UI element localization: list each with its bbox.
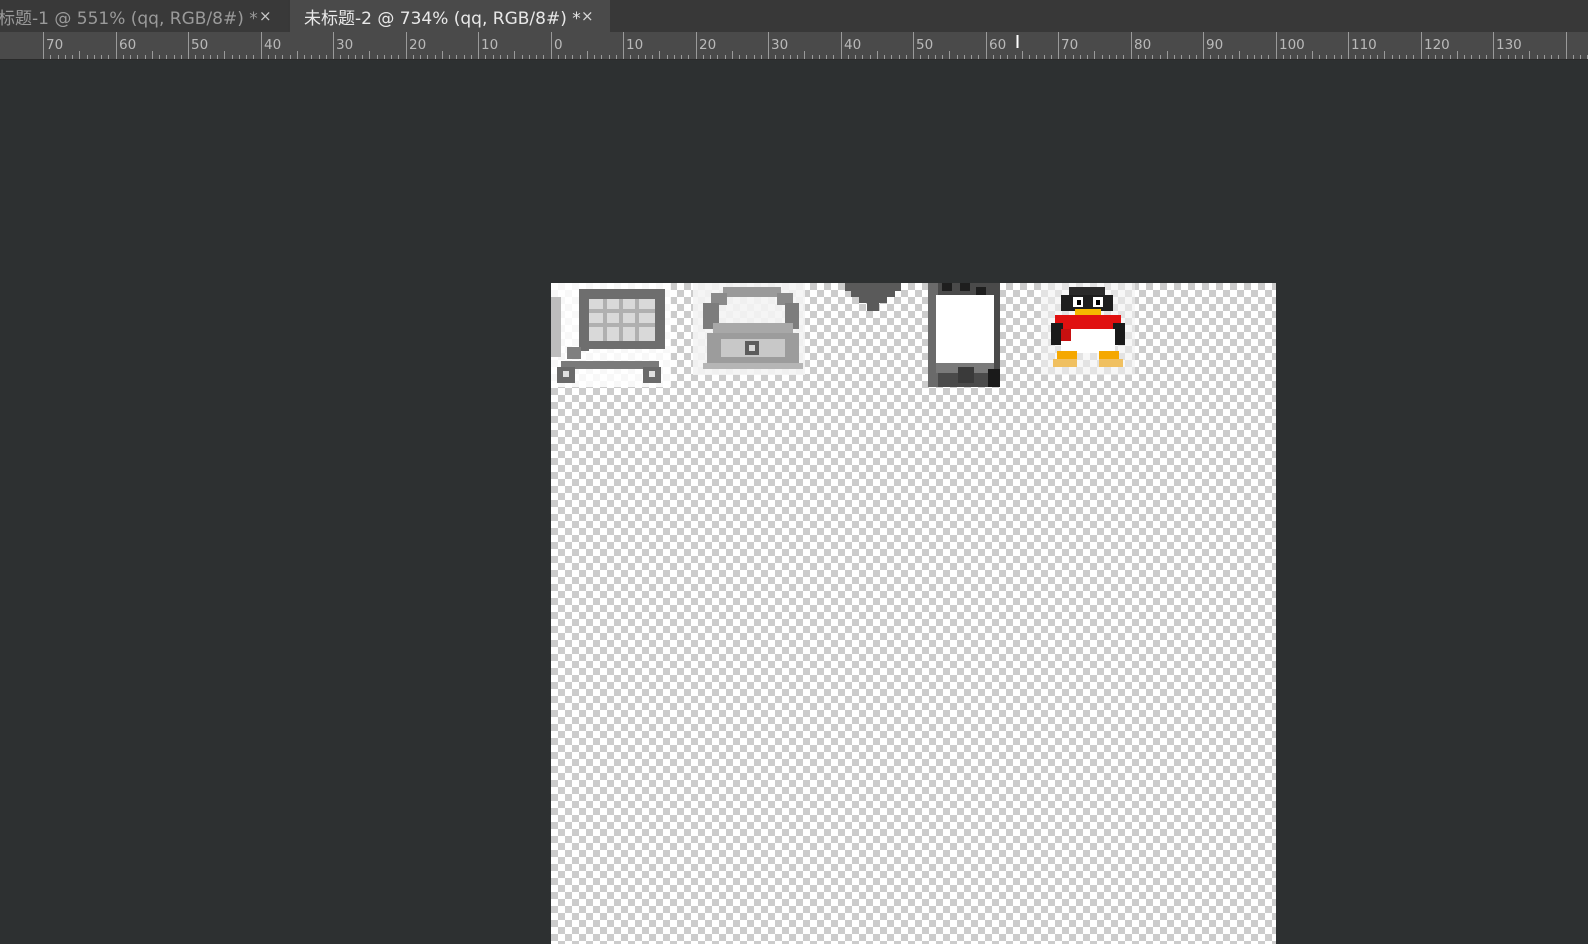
phone-receiver-icon — [693, 283, 805, 375]
ruler-label: 60 — [989, 37, 1007, 53]
ruler-label: 0 — [554, 37, 563, 53]
cart-icon — [551, 283, 671, 387]
ruler-label: 30 — [336, 37, 354, 53]
tab-title: 标题-1 @ 551% (qq, RGB/8#) * — [0, 8, 258, 29]
qq-penguin-icon — [1041, 283, 1135, 375]
ruler-label: 20 — [409, 37, 427, 53]
ruler-label: 10 — [626, 37, 644, 53]
tab-title: 未标题-2 @ 734% (qq, RGB/8#) * — [304, 8, 581, 29]
tab-untitled-2[interactable]: 未标题-2 @ 734% (qq, RGB/8#) * × — [290, 0, 610, 32]
document-canvas[interactable] — [551, 283, 1276, 944]
ruler-label: 50 — [916, 37, 934, 53]
ruler-label: 90 — [1206, 37, 1224, 53]
ruler-label: 80 — [1134, 37, 1152, 53]
ruler-label: 40 — [844, 37, 862, 53]
ruler-label: 50 — [191, 37, 209, 53]
ruler-ticks — [43, 32, 1588, 59]
close-icon[interactable]: × — [581, 0, 594, 32]
ruler-label: 120 — [1424, 37, 1450, 53]
tab-untitled-1[interactable]: 标题-1 @ 551% (qq, RGB/8#) * × — [0, 0, 288, 32]
ruler-label: 20 — [699, 37, 717, 53]
ruler-label: 130 — [1496, 37, 1522, 53]
ruler-label: 10 — [481, 37, 499, 53]
ruler-label: 110 — [1351, 37, 1377, 53]
ruler-label: 70 — [46, 37, 64, 53]
ruler-label: 30 — [771, 37, 789, 53]
close-icon[interactable]: × — [259, 0, 272, 32]
triangle-down-icon — [845, 283, 901, 315]
ruler-label: 40 — [264, 37, 282, 53]
ruler-label: 70 — [1061, 37, 1079, 53]
mobile-phone-icon — [928, 283, 1000, 387]
document-tab-bar: 标题-1 @ 551% (qq, RGB/8#) * × 未标题-2 @ 734… — [0, 0, 1588, 32]
ruler-label: 60 — [119, 37, 137, 53]
horizontal-ruler[interactable]: 70 60 50 40 30 20 10 0 10 20 30 40 50 60… — [0, 32, 1588, 60]
ruler-label: 100 — [1279, 37, 1305, 53]
